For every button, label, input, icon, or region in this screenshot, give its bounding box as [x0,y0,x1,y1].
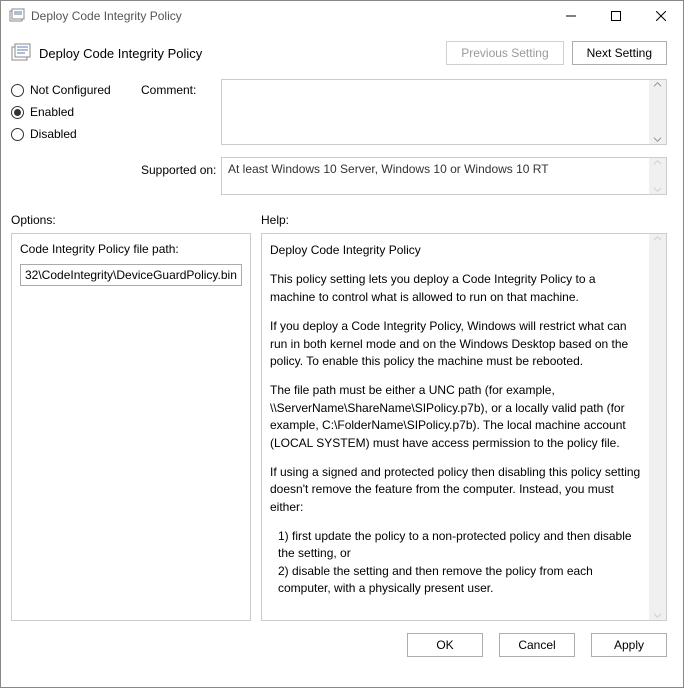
scroll-down-icon [653,611,662,620]
supported-on-text: At least Windows 10 Server, Windows 10 o… [221,157,667,195]
radio-dot-icon [11,128,24,141]
radio-label: Enabled [30,105,74,119]
help-paragraph: If using a signed and protected policy t… [270,464,644,516]
path-input[interactable] [20,264,242,286]
previous-setting-button: Previous Setting [446,41,563,65]
help-paragraph: The file path must be either a UNC path … [270,382,644,452]
help-label: Help: [261,213,289,227]
help-paragraph: This policy setting lets you deploy a Co… [270,271,644,306]
titlebar: Deploy Code Integrity Policy [1,1,683,31]
supported-on-label: Supported on: [141,157,221,177]
next-setting-button[interactable]: Next Setting [572,41,667,65]
help-list-item: 1) first update the policy to a non-prot… [270,528,644,563]
scrollbar[interactable] [649,80,666,144]
window-title: Deploy Code Integrity Policy [31,9,548,23]
policy-icon [11,43,31,63]
radio-disabled[interactable]: Disabled [11,127,141,141]
radio-label: Not Configured [30,83,111,97]
scrollbar[interactable] [649,158,666,194]
maximize-button[interactable] [593,1,638,31]
radio-dot-icon [11,106,24,119]
help-list-item: 2) disable the setting and then remove t… [270,563,644,598]
apply-button[interactable]: Apply [591,633,667,657]
ok-button[interactable]: OK [407,633,483,657]
minimize-button[interactable] [548,1,593,31]
comment-textarea[interactable] [221,79,667,145]
supported-on-value: At least Windows 10 Server, Windows 10 o… [228,162,549,176]
radio-enabled[interactable]: Enabled [11,105,141,119]
help-title: Deploy Code Integrity Policy [270,242,644,259]
scroll-down-icon [653,135,662,144]
scroll-down-icon [653,185,662,194]
path-label: Code Integrity Policy file path: [20,242,242,256]
radio-not-configured[interactable]: Not Configured [11,83,141,97]
radio-dot-icon [11,84,24,97]
gp-icon [9,8,25,24]
scrollbar[interactable] [649,234,666,620]
scroll-up-icon [653,80,662,89]
dialog-footer: OK Cancel Apply [1,629,683,667]
policy-title: Deploy Code Integrity Policy [39,46,446,61]
help-paragraph: If you deploy a Code Integrity Policy, W… [270,318,644,370]
options-panel: Code Integrity Policy file path: [11,233,251,621]
policy-header: Deploy Code Integrity Policy Previous Se… [1,31,683,75]
scroll-up-icon [653,234,662,243]
help-panel: Deploy Code Integrity Policy This policy… [261,233,667,621]
comment-label: Comment: [141,79,221,149]
scroll-up-icon [653,158,662,167]
options-label: Options: [11,213,261,227]
close-button[interactable] [638,1,683,31]
radio-label: Disabled [30,127,77,141]
state-radios: Not Configured Enabled Disabled [11,79,141,149]
cancel-button[interactable]: Cancel [499,633,575,657]
